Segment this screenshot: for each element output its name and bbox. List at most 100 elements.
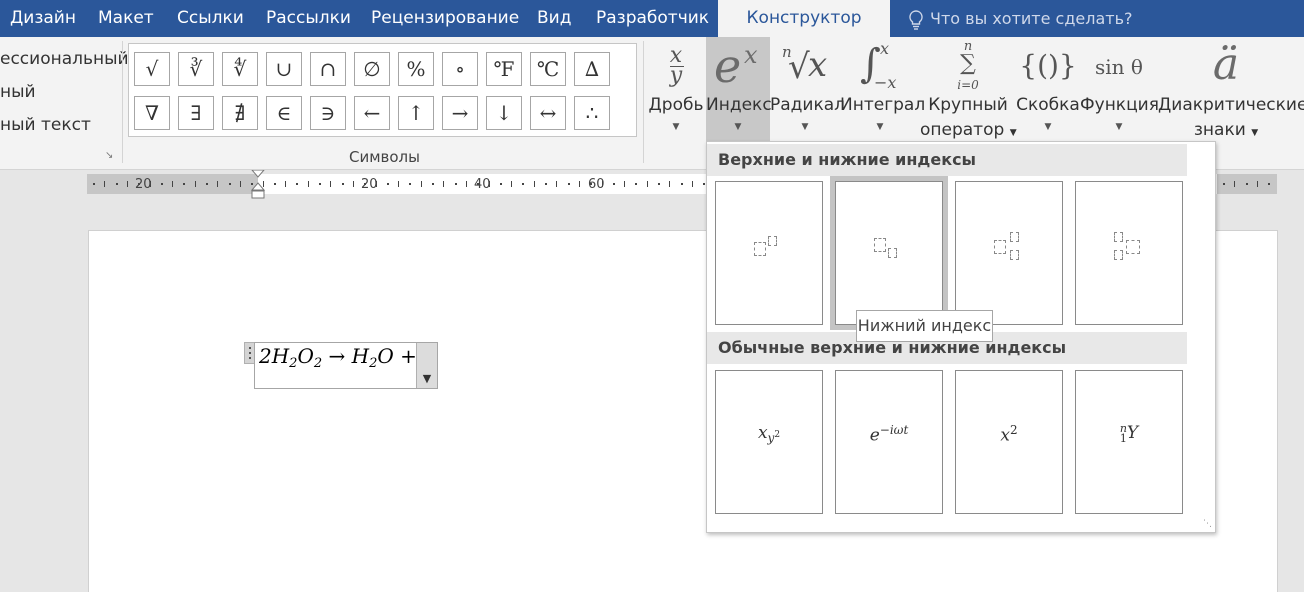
bracket-button[interactable]: {()} Скобка ▼ [1016, 37, 1080, 147]
symbol-button[interactable]: → [442, 96, 478, 130]
tools-group-launcher-icon[interactable]: ↘ [105, 150, 113, 161]
symbol-button[interactable]: ∄ [222, 96, 258, 130]
chevron-down-icon: ▼ [876, 122, 884, 132]
function-button[interactable]: sin θ Функция ▼ [1080, 37, 1159, 147]
example-base: x [1000, 425, 1010, 446]
symbol-button[interactable]: ↔ [530, 96, 566, 130]
ruler-tick [477, 183, 480, 185]
placeholder-presup-icon [1114, 232, 1123, 242]
tab-review[interactable]: Рецензирование [371, 0, 519, 37]
example-presub: 1 [1119, 431, 1127, 445]
ruler-tick [330, 181, 332, 187]
equation-options-dropdown-icon[interactable]: ▼ [416, 343, 437, 388]
ruler-tick [578, 181, 580, 187]
placeholder-sub-icon [1010, 250, 1019, 260]
placeholder-sub-icon [888, 248, 897, 258]
example-left-script-card[interactable]: n 1Y [1075, 370, 1183, 514]
ruler-tick [239, 181, 241, 187]
example-formula: x2 [956, 423, 1062, 446]
symbol-button[interactable]: ∩ [310, 52, 346, 86]
fraction-button[interactable]: x y Дробь ▼ [646, 37, 706, 147]
symbol-button[interactable]: ∜ [222, 52, 258, 86]
script-button[interactable]: e x Индекс ▼ [706, 37, 772, 147]
integral-button[interactable]: ∫ x −x Интеграл ▼ [840, 37, 925, 147]
fraction-icon-denominator: y [669, 63, 683, 88]
placeholder-presub-icon [1114, 250, 1123, 260]
symbol-button[interactable]: ∴ [574, 96, 610, 130]
symbol-button[interactable]: ← [354, 96, 390, 130]
ruler-tick [703, 183, 706, 185]
symbol-button[interactable]: ∋ [310, 96, 346, 130]
ruler-tick [104, 181, 106, 187]
ruler-tick [420, 181, 422, 187]
accent-button[interactable]: ä Диакритические знаки ▼ [1158, 37, 1304, 147]
ruler-tick [1245, 183, 1248, 185]
ruler-tick [680, 183, 683, 185]
ruler-tick [352, 181, 354, 187]
tab-references[interactable]: Ссылки [177, 0, 244, 37]
chevron-down-icon: ▼ [1251, 128, 1259, 138]
example-square-card[interactable]: x2 [955, 370, 1063, 514]
large-operator-button[interactable]: n ∑ i=0 Крупный оператор ▼ [920, 37, 1017, 147]
resize-grip-icon[interactable]: ⋱ [1203, 519, 1212, 529]
symbol-button[interactable]: ∘ [442, 52, 478, 86]
superscript-template[interactable] [715, 181, 823, 325]
subscript-template[interactable] [830, 176, 948, 330]
bracket-icon: {()} [1016, 43, 1080, 95]
bracket-icon-glyph: {()} [1019, 49, 1077, 82]
radical-icon-sign: √ [788, 47, 810, 87]
indent-marker-icon[interactable] [250, 170, 266, 200]
symbol-button[interactable]: ∃ [178, 96, 214, 130]
left-sub-superscript-template[interactable] [1075, 181, 1183, 325]
ruler-tick [149, 181, 151, 187]
symbol-button[interactable]: ∈ [266, 96, 302, 130]
ruler-tick [273, 183, 276, 185]
tab-design[interactable]: Дизайн [10, 0, 76, 37]
symbol-button[interactable]: √ [134, 52, 170, 86]
tab-developer[interactable]: Разработчик [596, 0, 709, 37]
accent-label-line2: знаки ▼ [1158, 120, 1294, 140]
gallery-section-title: Верхние и нижние индексы [707, 144, 1187, 176]
ruler-tick [375, 181, 377, 187]
tab-view[interactable]: Вид [537, 0, 571, 37]
style-professional[interactable]: ессиональный [0, 49, 129, 69]
chevron-down-icon: ▼ [734, 122, 742, 132]
ruler-tick [590, 183, 593, 185]
ruler-tick [1223, 183, 1225, 185]
symbol-button[interactable]: ∪ [266, 52, 302, 86]
function-icon: sin θ [1080, 43, 1158, 95]
radical-button[interactable]: n √ x Радикал ▼ [770, 37, 845, 147]
style-linear[interactable]: ный [0, 82, 36, 102]
example-subsup: 2 [774, 430, 781, 441]
example-exponent-card[interactable]: e−iωt [835, 370, 943, 514]
symbol-button[interactable]: % [398, 52, 434, 86]
tab-mailings[interactable]: Рассылки [266, 0, 351, 37]
ruler-tick [1256, 181, 1258, 187]
sub-superscript-template[interactable] [955, 181, 1063, 325]
example-subscript-card[interactable]: xy2 [715, 370, 823, 514]
integral-icon-upper: x [880, 39, 890, 58]
fraction-label: Дробь [648, 95, 704, 115]
tab-equation-design[interactable]: Конструктор [718, 0, 890, 37]
ruler-tick [432, 183, 434, 185]
tab-layout[interactable]: Макет [98, 0, 154, 37]
ruler-tick [115, 183, 118, 185]
symbol-button[interactable]: ∛ [178, 52, 214, 86]
style-normal-text[interactable]: ный текст [0, 115, 91, 135]
equation-text[interactable]: 2H2O2 → H2O + [259, 344, 420, 371]
symbol-button[interactable]: ℃ [530, 52, 566, 86]
symbol-button[interactable]: ↓ [486, 96, 522, 130]
ruler-tick [612, 183, 615, 185]
ruler-tick [93, 183, 95, 185]
placeholder-base-icon [754, 242, 766, 256]
tell-me-box[interactable]: Что вы хотите сделать? [908, 0, 1133, 37]
ruler-tick [228, 183, 231, 185]
ruler-tick [499, 183, 502, 185]
symbol-button[interactable]: ℉ [486, 52, 522, 86]
symbol-button[interactable]: ∆ [574, 52, 610, 86]
function-label: Функция [1080, 95, 1159, 115]
symbol-button[interactable]: ↑ [398, 96, 434, 130]
symbol-button[interactable]: ∇ [134, 96, 170, 130]
group-separator [122, 41, 123, 163]
symbol-button[interactable]: ∅ [354, 52, 390, 86]
